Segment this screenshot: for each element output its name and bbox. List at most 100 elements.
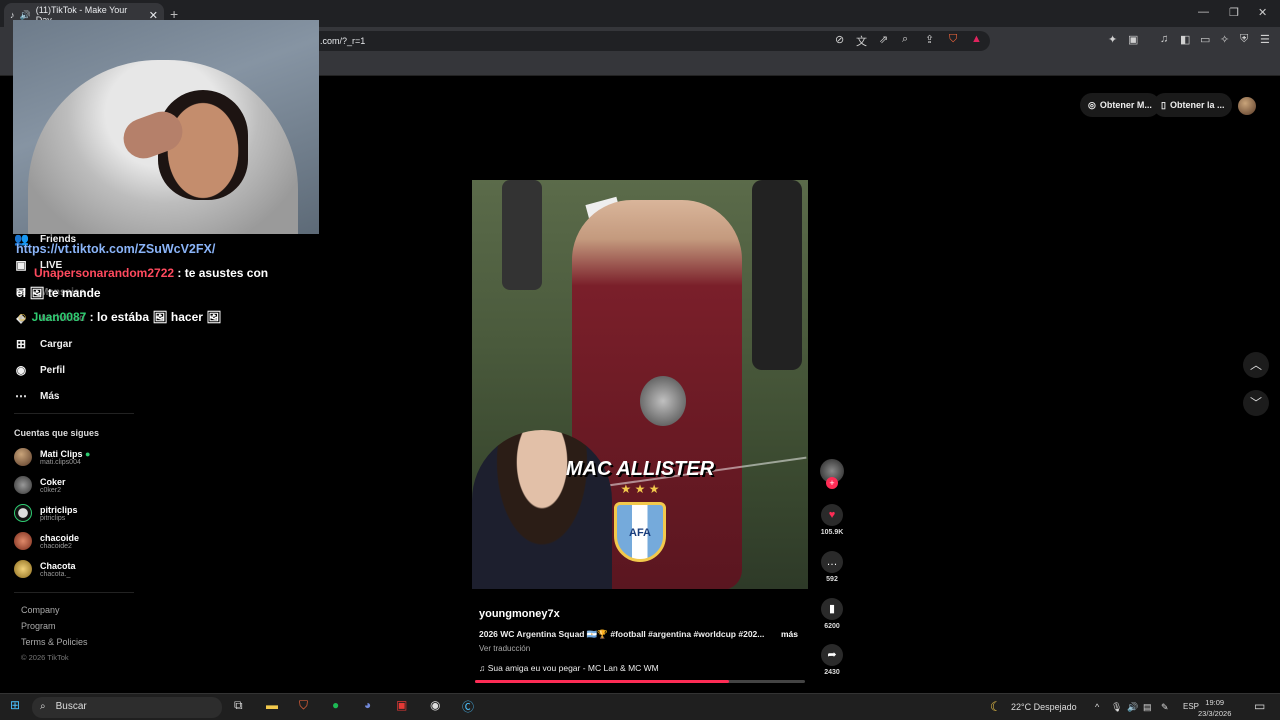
sidebar-toggle-icon[interactable]: ◧ [1180, 33, 1190, 46]
window-close-icon[interactable]: ✕ [1258, 6, 1267, 19]
chat-link[interactable]: https://vt.tiktok.com/ZSuWcV2FX/ [16, 242, 215, 256]
chat-message: Unapersonarandom2722 : te asustes con [34, 266, 268, 280]
sidebar-item-upload[interactable]: ⊞ Cargar [14, 337, 72, 351]
obs-icon[interactable]: ◉ [430, 698, 440, 712]
language-indicator[interactable]: ESP [1183, 702, 1199, 711]
stars-icon: ★ ★ ★ [620, 482, 660, 496]
open-external-icon[interactable]: ⇗ [879, 33, 888, 46]
footer-company[interactable]: Company [21, 605, 60, 615]
save-button[interactable]: ▮ 6200 [820, 598, 844, 630]
share-count: 2430 [824, 669, 840, 676]
volume-icon[interactable]: 🔊 [1127, 702, 1138, 713]
footer-program[interactable]: Program [21, 621, 56, 631]
chevron-up-icon: ︿ [1249, 358, 1262, 372]
sidebar-item-more[interactable]: ⋯ Más [14, 389, 59, 403]
sidebar-item-profile[interactable]: ◉ Perfil [14, 363, 65, 377]
chat-message: ☺ Juan0087 : lo estába 🖼 hacer 🖼 [16, 310, 222, 324]
progress-fill [475, 680, 730, 683]
clock[interactable]: 19:09 23/3/2026 [1198, 697, 1231, 719]
spotify-icon[interactable]: ● [332, 698, 339, 712]
live-dot-icon: ● [85, 448, 91, 459]
restore-icon[interactable]: ❐ [1229, 6, 1239, 19]
tray-overflow-icon[interactable]: ^ [1095, 702, 1099, 712]
video-player[interactable]: MAC ALLISTER ★ ★ ★ AFA [472, 180, 808, 589]
trophy [640, 376, 686, 426]
translate-link[interactable]: Ver traducción [479, 644, 530, 653]
brave-rewards-icon[interactable]: ▲ [971, 33, 982, 45]
file-explorer-icon[interactable]: ▬ [266, 698, 278, 712]
leo-ai-icon[interactable]: ✧ [1220, 33, 1229, 46]
live-icon: ▣ [15, 258, 27, 272]
reader-icon[interactable]: ▣ [1128, 33, 1138, 46]
avatar [14, 504, 32, 522]
chat-username: Juan0087 [31, 310, 87, 324]
taskbar-search[interactable]: ⌕ Buscar [32, 697, 222, 718]
creator-avatar[interactable]: + [820, 459, 844, 489]
windows-start-icon[interactable]: ⊞ [10, 698, 20, 712]
app-c-icon[interactable]: Ⓒ [462, 698, 474, 715]
avatar [14, 532, 32, 550]
microphone-icon[interactable]: 🎙 [1111, 702, 1122, 713]
tiktok-favicon-icon: ♪ [10, 10, 15, 20]
brave-browser-icon[interactable]: ⛉ [299, 698, 308, 713]
taskbar: ⊞ ⌕ Buscar ⧉ ▬ ⛉ ● ◕ ▣ ◉ Ⓒ ☾ 22°C Despej… [0, 693, 1280, 720]
get-coins-label: Obtener M... [1099, 100, 1152, 110]
music-icon[interactable]: ♫ [1160, 33, 1168, 45]
like-button[interactable]: ♥ 105.9K [820, 504, 844, 536]
wallet-icon[interactable]: ▭ [1200, 33, 1210, 46]
chat-username: Unapersonarandom2722 [34, 266, 175, 280]
menu-icon[interactable]: ☰ [1260, 33, 1270, 46]
share-button[interactable]: ➦ 2430 [820, 644, 844, 676]
task-view-icon[interactable]: ⧉ [234, 698, 243, 713]
share-arrow-icon: ➦ [821, 644, 843, 666]
vpn-icon[interactable]: ⛨ [1240, 33, 1248, 46]
discord-icon[interactable]: ◕ [364, 698, 371, 712]
following-item[interactable]: Coker c0ker2 [14, 476, 66, 494]
get-coins-button[interactable]: ◎ Obtener M... [1080, 93, 1160, 117]
avatar [14, 476, 32, 494]
following-title: Cuentas que sigues [14, 428, 100, 438]
translate-icon[interactable]: 文 [856, 33, 867, 49]
following-handle: pitriclips [40, 514, 66, 522]
share-icon[interactable]: ⇪ [925, 33, 934, 46]
save-count: 6200 [824, 623, 840, 630]
background-person [502, 180, 542, 290]
network-icon[interactable]: ▤ [1143, 702, 1152, 713]
following-item[interactable]: Mati Clips ● mati.clips004 [14, 448, 90, 466]
follow-plus-icon[interactable]: + [826, 477, 838, 489]
following-item[interactable]: Chacota chacota._ [14, 560, 76, 578]
extensions-icon[interactable]: ✦ [1108, 33, 1117, 46]
next-video-button[interactable]: ﹀ [1243, 390, 1269, 416]
following-item[interactable]: pitriclips pitriclips [14, 504, 78, 522]
background-person [752, 180, 802, 370]
no-tracking-icon[interactable]: ⊘ [835, 33, 844, 46]
brave-shield-icon[interactable]: ⛉ [949, 33, 957, 46]
comment-count: 592 [826, 576, 838, 583]
comment-button[interactable]: … 592 [820, 551, 844, 583]
crest-text: AFA [629, 527, 651, 539]
weather-icon: ☾ [990, 699, 1002, 714]
following-name: pitriclips [40, 504, 78, 515]
minimize-icon[interactable]: — [1198, 6, 1209, 18]
notifications-icon[interactable]: ▭ [1254, 699, 1265, 713]
audio-icon[interactable]: 🔊 [20, 10, 31, 21]
footer-terms[interactable]: Terms & Policies [21, 637, 88, 647]
sidebar-item-label: Perfil [40, 364, 66, 376]
music-link[interactable]: ♫ Sua amiga eu vou pegar - MC Lan & MC W… [479, 663, 659, 673]
weather-text[interactable]: 22°C Despejado [1011, 702, 1077, 712]
webcam-overlay [13, 20, 319, 234]
zoom-icon[interactable]: ⌕ [902, 33, 908, 46]
footer-copyright: © 2026 TikTok [21, 653, 69, 662]
more-link[interactable]: más [781, 629, 798, 639]
get-app-button[interactable]: ▯ Obtener la ... [1153, 93, 1233, 117]
video-author[interactable]: youngmoney7x [479, 608, 560, 620]
video-progress-bar[interactable] [475, 680, 805, 683]
profile-avatar[interactable] [1238, 97, 1256, 115]
previous-video-button[interactable]: ︿ [1243, 352, 1269, 378]
voicemeeter-icon[interactable]: ▣ [396, 698, 407, 712]
avatar [14, 448, 32, 466]
following-item[interactable]: chacoide chacoide2 [14, 532, 79, 550]
following-name: chacoide [40, 532, 80, 543]
pen-icon[interactable]: ✎ [1161, 702, 1169, 713]
comment-icon: … [821, 551, 843, 573]
